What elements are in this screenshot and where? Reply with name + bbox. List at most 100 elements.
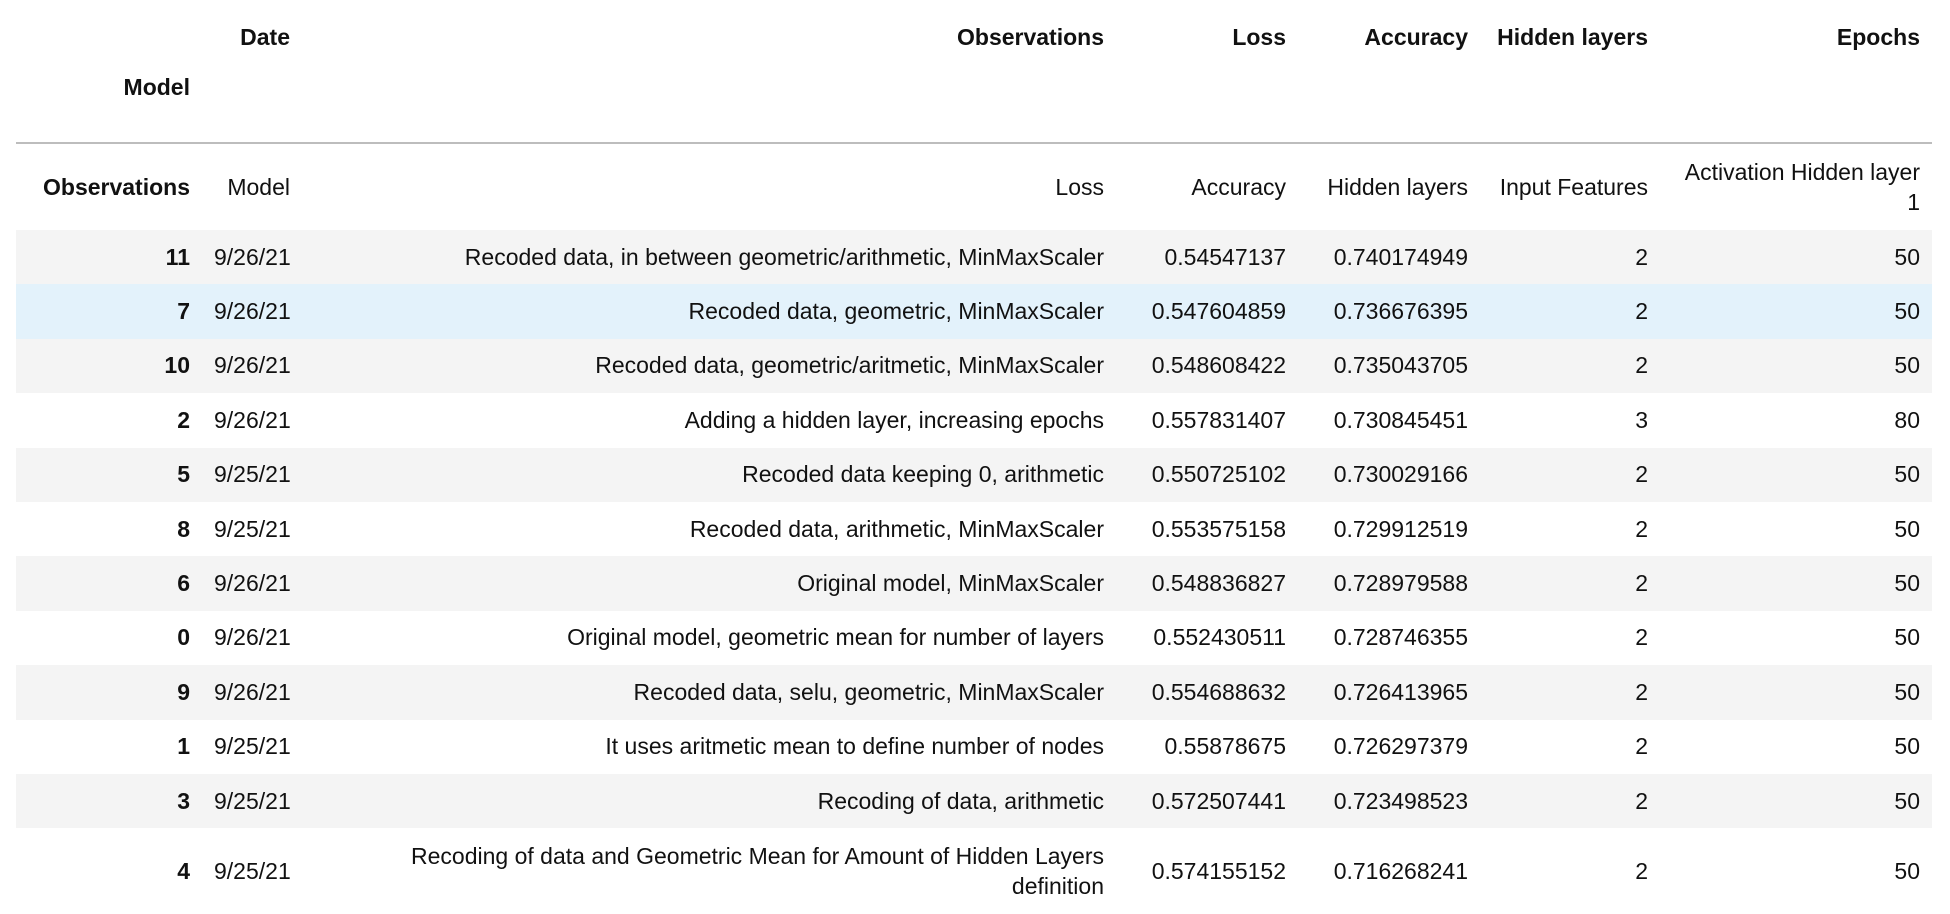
header-loss[interactable]: Loss [1116, 0, 1298, 52]
cell-accuracy: 0.740174949 [1333, 243, 1468, 270]
cell-date: 9/26/21 [214, 624, 291, 651]
cell-hidden-layers: 2 [1635, 298, 1648, 325]
row-index: 5 [177, 461, 190, 488]
header-epochs[interactable]: Epochs [1660, 0, 1932, 52]
results-table: Date Observations Loss Accuracy Hidden l… [16, 0, 1932, 914]
cell-observation: Recoded data, arithmetic, MinMaxScaler [689, 515, 1104, 542]
header-first-loss: Loss [1055, 174, 1104, 200]
dataframe-output: Date Observations Loss Accuracy Hidden l… [0, 0, 1950, 899]
table-row: 10 9/26/21 Recoded data, geometric/aritm… [16, 338, 1932, 394]
row-index: 2 [177, 406, 190, 433]
cell-date: 9/26/21 [214, 570, 291, 597]
header-blank [16, 0, 202, 52]
cell-hidden-layers: 2 [1635, 857, 1648, 884]
cell-loss: 0.553575158 [1151, 515, 1286, 542]
cell-date: 9/25/21 [214, 857, 291, 884]
cell-loss: 0.550725102 [1151, 461, 1286, 488]
header-observations[interactable]: Observations [302, 0, 1116, 52]
cell-hidden-layers: 2 [1635, 733, 1648, 760]
cell-observation: Recoding of data, arithmetic [817, 787, 1104, 814]
cell-loss: 0.55878675 [1164, 733, 1286, 760]
cell-date: 9/25/21 [214, 515, 291, 542]
cell-observation: Recoded data, in between geometric/arith… [464, 243, 1104, 270]
header-first-accuracy: Accuracy [1191, 174, 1286, 200]
cell-date: 9/25/21 [214, 461, 291, 488]
cell-epochs: 80 [1894, 406, 1920, 433]
cell-hidden-layers: 3 [1635, 406, 1648, 433]
cell-epochs: 50 [1894, 515, 1920, 542]
cell-accuracy: 0.736676395 [1333, 298, 1468, 325]
row-index: 6 [177, 570, 190, 597]
cell-observation: Adding a hidden layer, increasing epochs [684, 406, 1104, 433]
cell-accuracy: 0.726413965 [1333, 678, 1468, 705]
cell-epochs: 50 [1894, 298, 1920, 325]
cell-observation: Recoded data, selu, geometric, MinMaxSca… [633, 678, 1104, 705]
table-body: 11 9/26/21 Recoded data, in between geom… [16, 230, 1932, 914]
cell-hidden-layers: 2 [1635, 787, 1648, 814]
header-hidden-layers[interactable]: Hidden layers [1480, 0, 1660, 52]
cell-loss: 0.554688632 [1151, 678, 1286, 705]
cell-date: 9/25/21 [214, 787, 291, 814]
cell-observation: Original model, geometric mean for numbe… [567, 624, 1104, 651]
cell-date: 9/26/21 [214, 243, 291, 270]
cell-accuracy: 0.730029166 [1333, 461, 1468, 488]
cell-loss: 0.557831407 [1151, 406, 1286, 433]
header-date[interactable]: Date [202, 0, 302, 52]
row-index: 8 [177, 515, 190, 542]
header-index-name: Model [16, 52, 202, 144]
table-row: 1 9/25/21 It uses aritmetic mean to defi… [16, 720, 1932, 774]
cell-date: 9/26/21 [214, 406, 291, 433]
header-accuracy[interactable]: Accuracy [1298, 0, 1480, 52]
cell-observation: Recoding of data and Geometric Mean for … [411, 843, 1104, 900]
row-index: 10 [164, 352, 190, 379]
cell-loss: 0.548608422 [1151, 352, 1286, 379]
table-row: 7 9/26/21 Recoded data, geometric, MinMa… [16, 284, 1932, 339]
cell-observation: Recoded data keeping 0, arithmetic [742, 461, 1104, 488]
table-row: 0 9/26/21 Original model, geometric mean… [16, 611, 1932, 665]
row-index: 0 [177, 624, 190, 651]
cell-hidden-layers: 2 [1635, 515, 1648, 542]
cell-epochs: 50 [1894, 352, 1920, 379]
cell-accuracy: 0.730845451 [1333, 406, 1468, 433]
row-index: 4 [177, 857, 190, 884]
row-index: 9 [177, 678, 190, 705]
cell-loss: 0.574155152 [1151, 857, 1286, 884]
header-first-hidden-layers: Hidden layers [1327, 174, 1468, 200]
table-row: 5 9/25/21 Recoded data keeping 0, arithm… [16, 447, 1932, 502]
cell-observation: Recoded data, geometric/aritmetic, MinMa… [595, 352, 1104, 379]
cell-hidden-layers: 2 [1635, 624, 1648, 651]
cell-loss: 0.548836827 [1151, 570, 1286, 597]
cell-epochs: 50 [1894, 678, 1920, 705]
header-first-index: Observations [43, 174, 190, 200]
table-row: 8 9/25/21 Recoded data, arithmetic, MinM… [16, 502, 1932, 556]
cell-accuracy: 0.728746355 [1333, 624, 1468, 651]
table-row: 2 9/26/21 Adding a hidden layer, increas… [16, 393, 1932, 447]
cell-date: 9/26/21 [214, 298, 291, 325]
cell-loss: 0.54547137 [1164, 243, 1286, 270]
table-row: 4 9/25/21 Recoding of data and Geometric… [16, 828, 1932, 914]
cell-hidden-layers: 2 [1635, 352, 1648, 379]
cell-observation: It uses aritmetic mean to define number … [605, 733, 1104, 760]
table-row: 6 9/26/21 Original model, MinMaxScaler 0… [16, 556, 1932, 611]
cell-epochs: 50 [1894, 243, 1920, 270]
cell-hidden-layers: 2 [1635, 243, 1648, 270]
cell-epochs: 50 [1894, 624, 1920, 651]
header-row-columns: Date Observations Loss Accuracy Hidden l… [16, 0, 1932, 52]
row-index: 3 [177, 787, 190, 814]
cell-date: 9/26/21 [214, 352, 291, 379]
cell-epochs: 50 [1894, 570, 1920, 597]
cell-accuracy: 0.716268241 [1333, 857, 1468, 884]
row-index: 11 [165, 243, 190, 270]
table-row: 3 9/25/21 Recoding of data, arithmetic 0… [16, 773, 1932, 829]
table-row: 9 9/26/21 Recoded data, selu, geometric,… [16, 665, 1932, 720]
header-first-model: Model [227, 174, 290, 200]
table-row: 11 9/26/21 Recoded data, in between geom… [16, 230, 1932, 285]
cell-epochs: 50 [1894, 857, 1920, 884]
cell-observation: Recoded data, geometric, MinMaxScaler [688, 298, 1104, 325]
header-first-activation: Activation Hidden layer 1 [1684, 159, 1920, 215]
cell-epochs: 50 [1894, 787, 1920, 814]
cell-loss: 0.572507441 [1151, 787, 1286, 814]
cell-loss: 0.547604859 [1151, 298, 1286, 325]
cell-accuracy: 0.723498523 [1333, 787, 1468, 814]
header-row-index-name: Model [16, 52, 1932, 144]
